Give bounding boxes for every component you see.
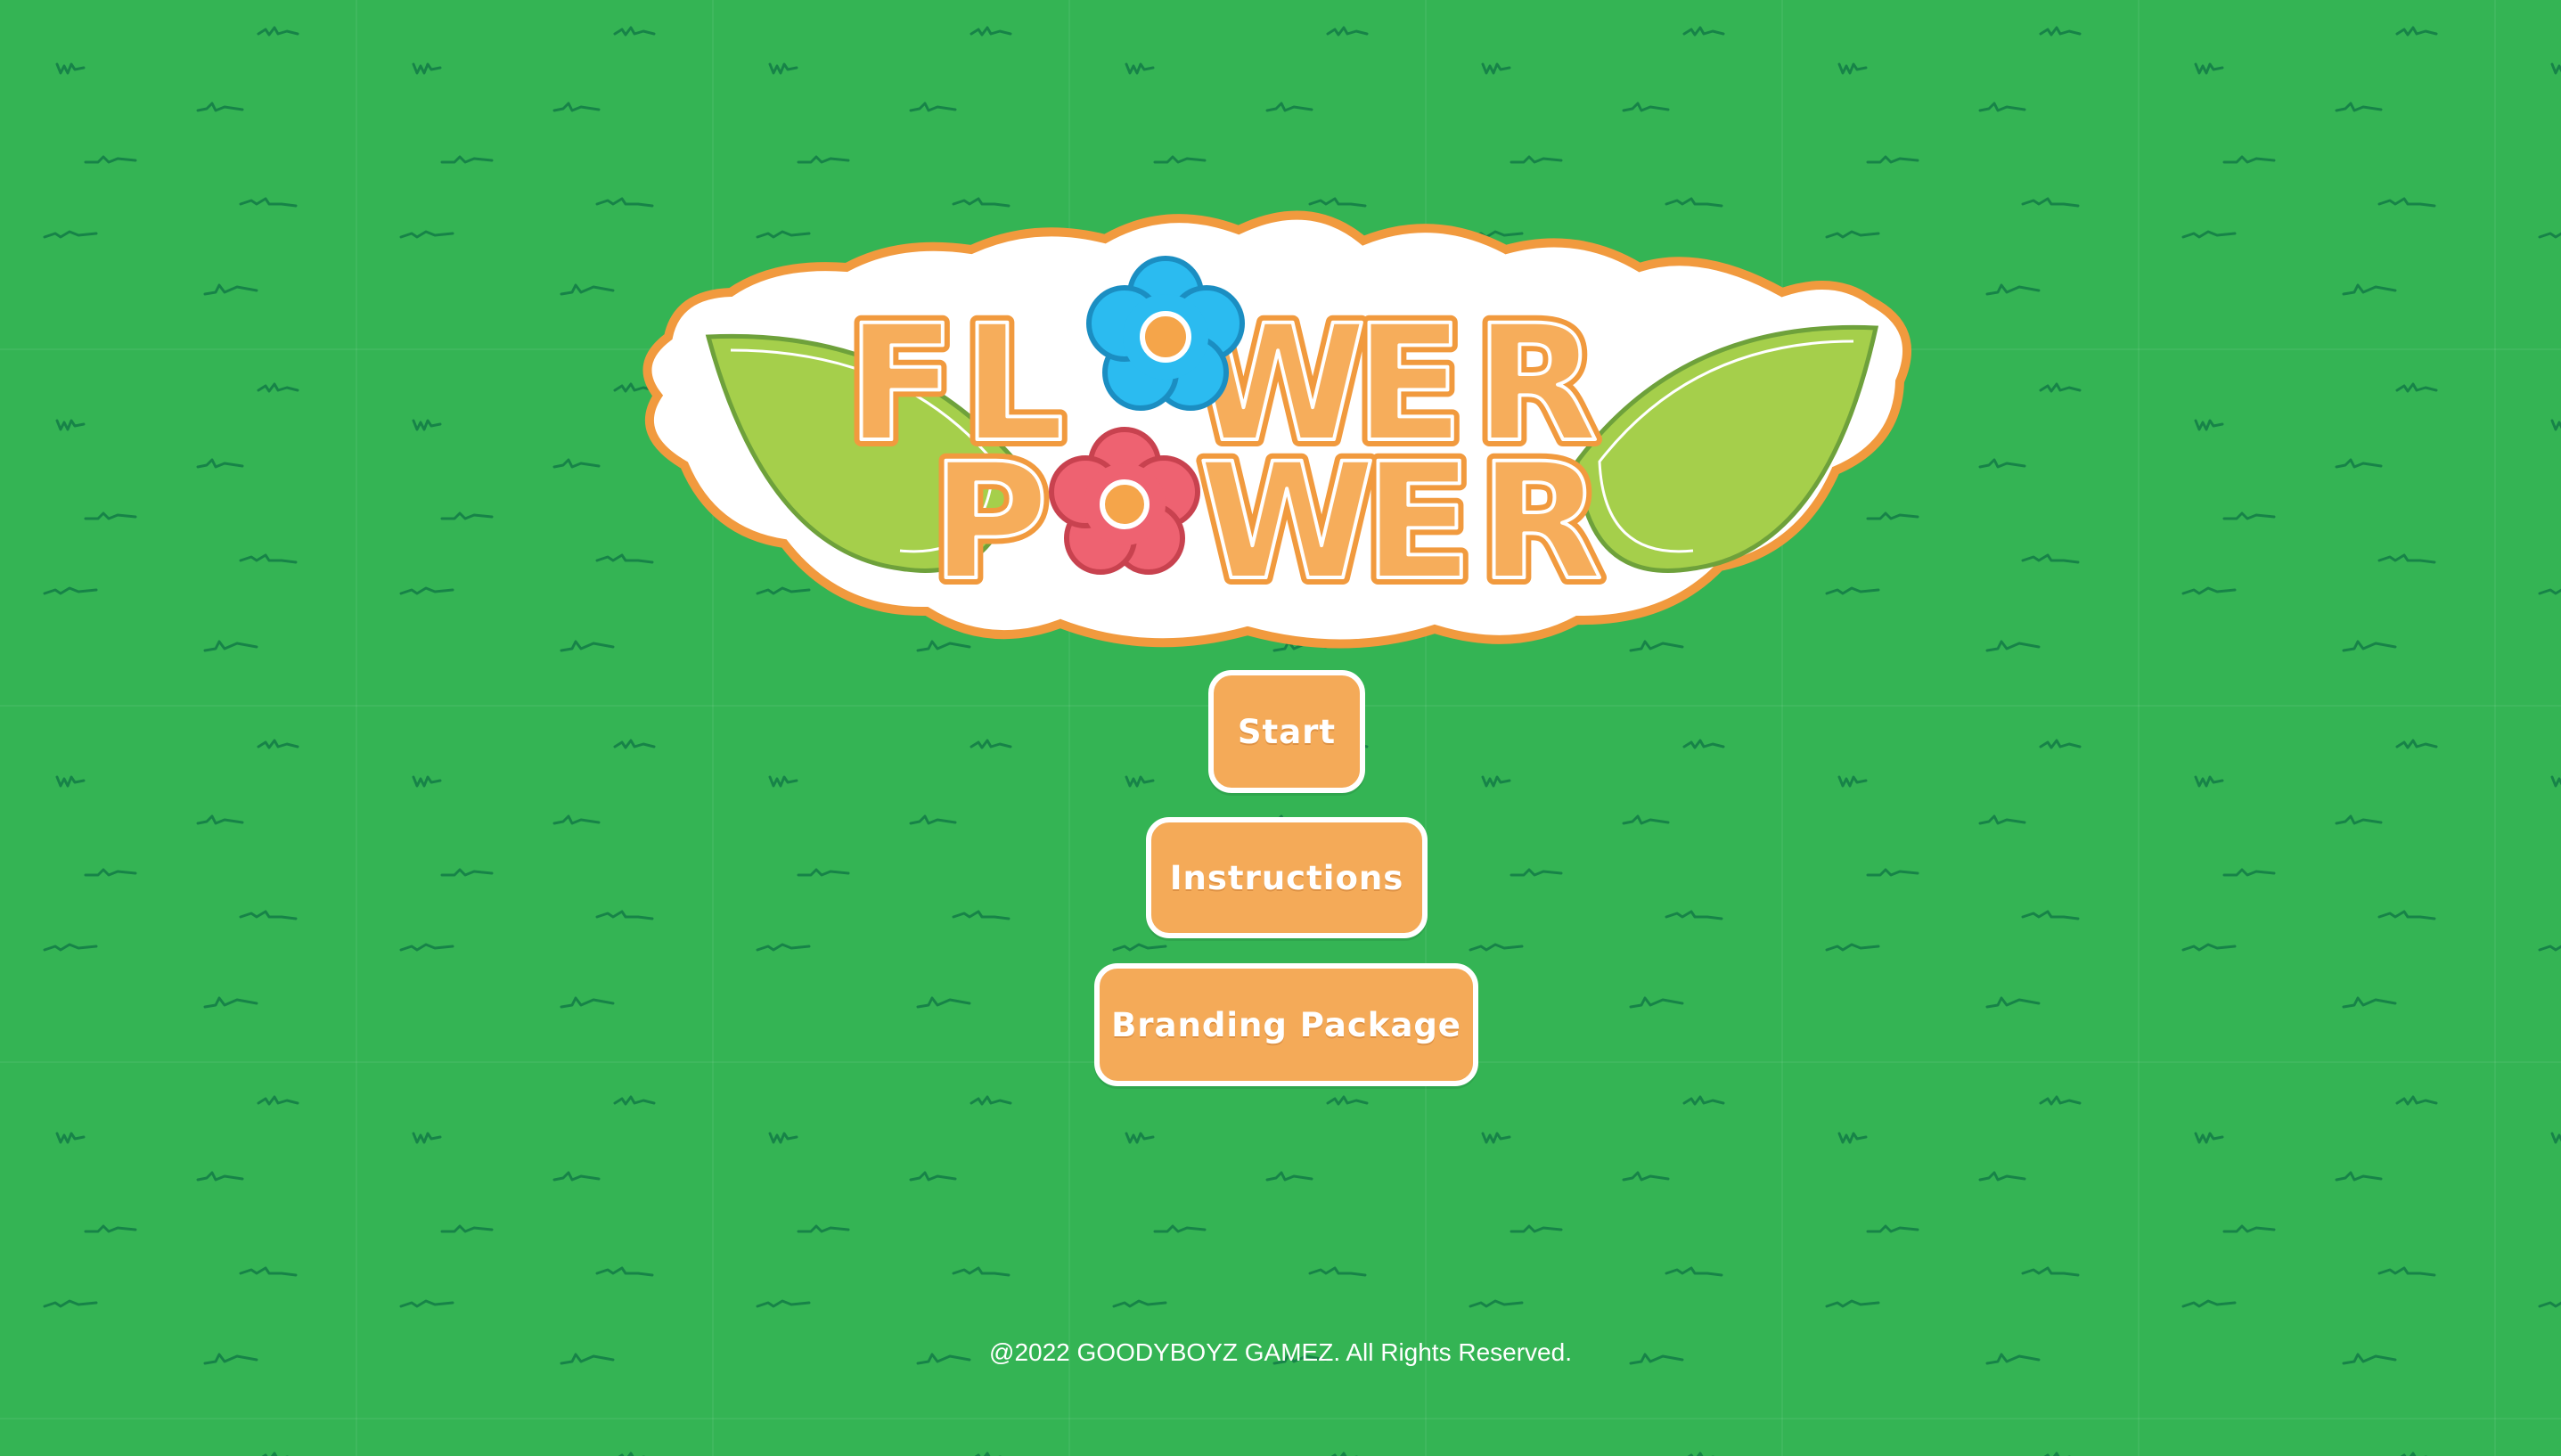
- copyright-footer: @2022 GOODYBOYZ GAMEZ. All Rights Reserv…: [989, 1338, 1572, 1366]
- instructions-button[interactable]: Instructions: [1146, 817, 1428, 938]
- start-button[interactable]: Start: [1208, 670, 1365, 793]
- svg-text:E: E: [1363, 429, 1473, 616]
- svg-text:W: W: [1199, 429, 1376, 616]
- game-logo: F L W E R F L W E R P W E R P W E R: [642, 210, 1911, 649]
- branding-package-button[interactable]: Branding Package: [1094, 963, 1478, 1086]
- svg-text:P: P: [931, 429, 1049, 616]
- svg-text:R: R: [1479, 429, 1603, 616]
